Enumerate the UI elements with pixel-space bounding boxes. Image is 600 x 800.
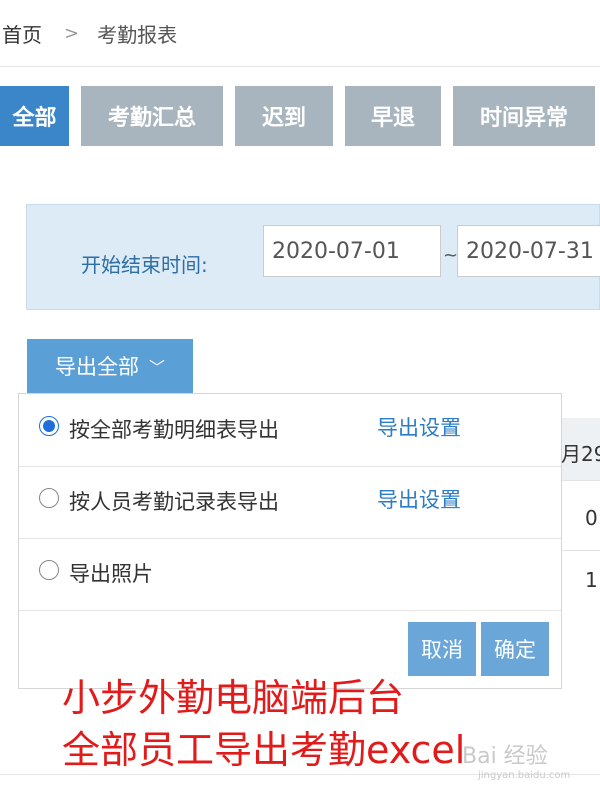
option-label: 按人员考勤记录表导出 bbox=[69, 490, 279, 514]
tab-early-leave[interactable]: 早退 bbox=[345, 86, 441, 146]
option-label: 导出照片 bbox=[69, 562, 153, 586]
report-tabs: 全部 考勤汇总 迟到 早退 时间异常 bbox=[0, 86, 600, 146]
attendance-table-partial: 月29 0 1 bbox=[560, 416, 600, 606]
table-header: 月29 bbox=[561, 418, 600, 481]
table-cell: 1 bbox=[585, 568, 598, 592]
tab-late[interactable]: 迟到 bbox=[235, 86, 333, 146]
tab-time-anomaly[interactable]: 时间异常 bbox=[453, 86, 595, 146]
breadcrumb-home[interactable]: 首页 bbox=[2, 19, 42, 48]
caption-line-2: 全部员工导出考勤excel bbox=[62, 728, 466, 772]
start-date-input[interactable] bbox=[263, 225, 441, 277]
table-cell: 0 bbox=[585, 506, 598, 530]
export-all-button[interactable]: 导出全部 ﹀ bbox=[27, 339, 193, 393]
date-separator: ~ bbox=[443, 245, 459, 266]
table-row-divider bbox=[561, 550, 600, 551]
export-settings-link[interactable]: 导出设置 bbox=[377, 412, 461, 442]
export-option-photos[interactable]: 导出照片 bbox=[19, 538, 561, 611]
export-settings-link[interactable]: 导出设置 bbox=[377, 484, 461, 514]
watermark-logo: Bai 经验 bbox=[462, 744, 548, 769]
filter-panel: 开始结束时间: ~ bbox=[26, 204, 600, 310]
date-range-label: 开始结束时间: bbox=[81, 253, 208, 277]
confirm-button[interactable]: 确定 bbox=[481, 622, 549, 676]
end-date-input[interactable] bbox=[457, 225, 600, 277]
export-options-dropdown: 按全部考勤明细表导出 导出设置 按人员考勤记录表导出 导出设置 导出照片 取消 … bbox=[18, 393, 562, 689]
table-header-cell: 月29 bbox=[561, 442, 600, 466]
watermark-url: jingyan.baidu.com bbox=[478, 770, 571, 781]
radio-checked[interactable] bbox=[39, 416, 59, 436]
chevron-down-icon: ﹀ bbox=[148, 358, 165, 377]
tab-summary[interactable]: 考勤汇总 bbox=[81, 86, 223, 146]
export-option-by-person[interactable]: 按人员考勤记录表导出 导出设置 bbox=[19, 466, 561, 539]
breadcrumb-separator: > bbox=[64, 22, 80, 44]
cancel-button[interactable]: 取消 bbox=[408, 622, 476, 676]
breadcrumb: 首页 > 考勤报表 bbox=[0, 0, 600, 67]
export-option-all-details[interactable]: 按全部考勤明细表导出 导出设置 bbox=[19, 394, 561, 467]
radio-unchecked[interactable] bbox=[39, 560, 59, 580]
tab-all[interactable]: 全部 bbox=[0, 86, 69, 146]
export-all-label: 导出全部 bbox=[54, 355, 139, 379]
caption-line-1: 小步外勤电脑端后台 bbox=[62, 676, 405, 720]
option-label: 按全部考勤明细表导出 bbox=[69, 418, 279, 442]
radio-unchecked[interactable] bbox=[39, 488, 59, 508]
breadcrumb-current: 考勤报表 bbox=[97, 22, 178, 47]
